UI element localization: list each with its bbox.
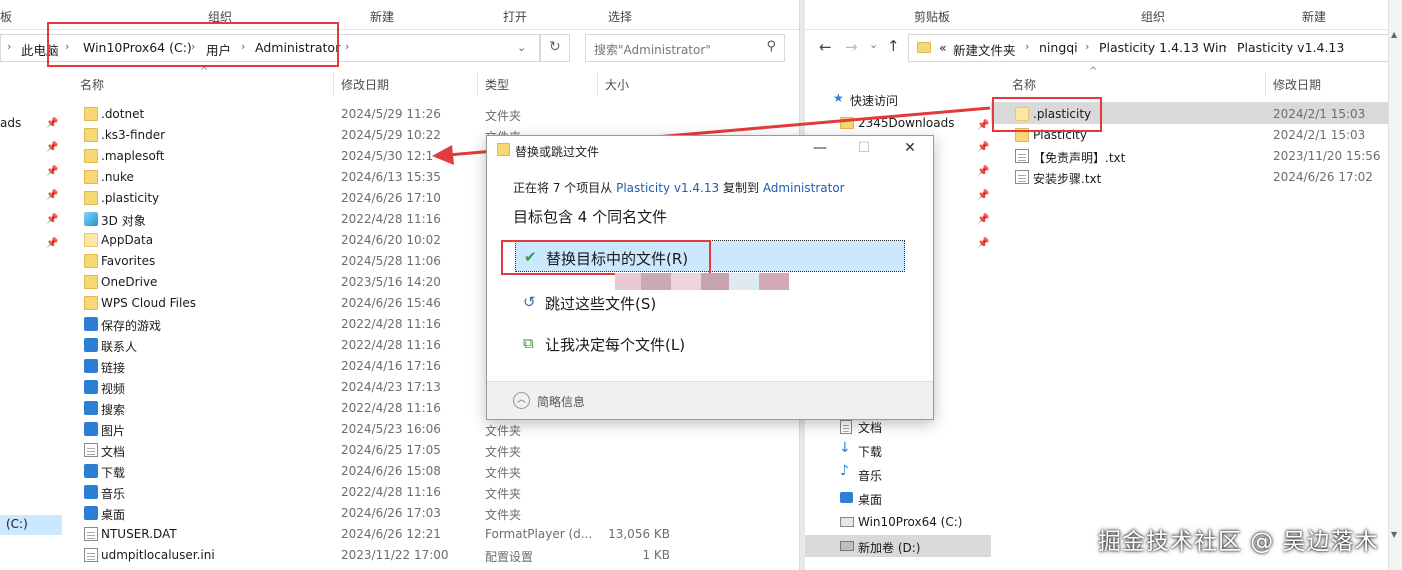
- replace-highlight-box: [501, 240, 711, 275]
- dialog-title: 替换或跳过文件: [515, 145, 600, 159]
- dialog-footer: ︿ 简略信息: [487, 381, 933, 419]
- replace-or-skip-dialog: 替换或跳过文件 — ☐ ✕ 正在将 7 个项目从 Plasticity v1.4…: [486, 135, 934, 420]
- copy-to-text: 复制到: [722, 181, 759, 195]
- skip-arrow-icon: ↺: [523, 293, 536, 311]
- decide-each-label: 让我决定每个文件(L): [545, 336, 686, 354]
- close-button[interactable]: ✕: [895, 140, 925, 156]
- copy-count-text: 正在将 7 个项目从: [513, 181, 613, 195]
- watermark: 掘金技术社区 @ 吴边落木: [1098, 529, 1379, 555]
- dialog-progress-text: 正在将 7 个项目从 Plasticity v1.4.13 复制到 Admini…: [513, 179, 845, 196]
- minimize-button[interactable]: —: [805, 140, 835, 156]
- skip-files-option[interactable]: ↺ 跳过这些文件(S): [515, 286, 905, 318]
- maximize-button[interactable]: ☐: [849, 140, 879, 156]
- destination-folder-link[interactable]: Administrator: [763, 181, 845, 195]
- arrow-head: [432, 145, 454, 165]
- source-folder-link[interactable]: Plasticity v1.4.13: [616, 181, 719, 195]
- copy-icon: [497, 143, 510, 156]
- fewer-details-link[interactable]: 简略信息: [537, 393, 585, 410]
- decide-each-option[interactable]: ⧉ 让我决定每个文件(L): [515, 327, 905, 359]
- skip-files-label: 跳过这些文件(S): [545, 295, 657, 313]
- chevron-up-icon[interactable]: ︿: [513, 392, 530, 409]
- compare-files-icon: ⧉: [523, 334, 534, 352]
- duplicate-summary: 目标包含 4 个同名文件: [513, 208, 668, 226]
